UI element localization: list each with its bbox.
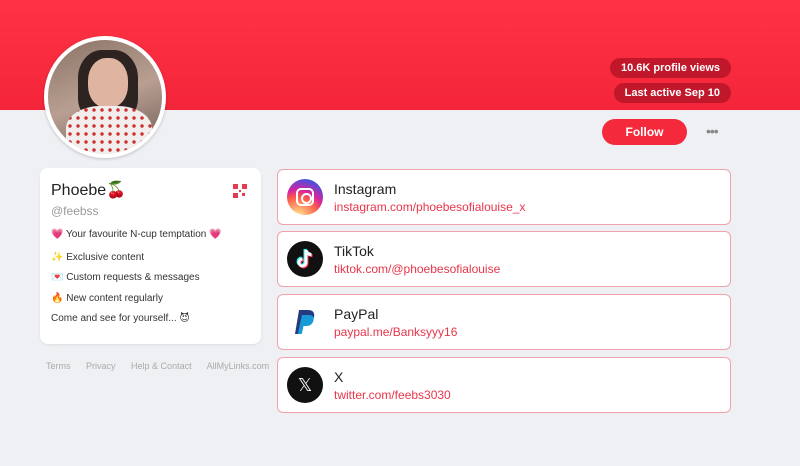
bio-line: 💗 Your favourite N-cup temptation 💗: [51, 229, 222, 240]
footer-link-privacy[interactable]: Privacy: [86, 361, 116, 371]
avatar: [44, 36, 166, 158]
bio-line: Come and see for yourself... 😈: [51, 313, 190, 324]
bio-line: 🔥 New content regularly: [51, 292, 163, 304]
link-title: TikTok: [334, 243, 374, 259]
profile-handle: @feebss: [51, 204, 99, 218]
x-icon: 𝕏: [287, 367, 323, 403]
link-url: paypal.me/Banksyyy16: [334, 325, 458, 339]
avatar-face: [88, 58, 128, 108]
profile-card: Phoebe🍒 @feebss 💗 Your favourite N-cup t…: [40, 168, 261, 344]
link-tiktok[interactable]: TikTok tiktok.com/@phoebesofialouise: [277, 231, 731, 287]
qr-code-icon[interactable]: [233, 184, 247, 198]
link-instagram[interactable]: Instagram instagram.com/phoebesofialouis…: [277, 169, 731, 225]
link-url: tiktok.com/@phoebesofialouise: [334, 262, 501, 276]
link-x[interactable]: 𝕏 X twitter.com/feebs3030: [277, 357, 731, 413]
instagram-icon: [287, 179, 323, 215]
link-url: twitter.com/feebs3030: [334, 388, 451, 402]
link-paypal[interactable]: PayPal paypal.me/Banksyyy16: [277, 294, 731, 350]
link-title: X: [334, 369, 344, 385]
profile-name: Phoebe🍒: [51, 182, 127, 199]
paypal-icon: [287, 304, 323, 340]
footer-link-allmylinks[interactable]: AllMyLinks.com: [207, 361, 270, 371]
avatar-clothing: [66, 106, 152, 154]
footer-link-help[interactable]: Help & Contact: [131, 361, 192, 371]
follow-button[interactable]: Follow: [602, 119, 687, 145]
last-active-badge: Last active Sep 10: [613, 83, 731, 103]
tiktok-icon: [287, 241, 323, 277]
bio-line: 💌 Custom requests & messages: [51, 272, 200, 283]
footer-link-terms[interactable]: Terms: [46, 361, 71, 371]
link-title: PayPal: [334, 306, 379, 322]
link-url: instagram.com/phoebesofialouise_x: [334, 200, 526, 214]
link-title: Instagram: [334, 181, 397, 197]
footer-links: Terms Privacy Help & Contact AllMyLinks.…: [46, 361, 282, 371]
bio-line: ✨ Exclusive content: [51, 251, 145, 263]
profile-bio: 💗 Your favourite N-cup temptation 💗 ✨ Ex…: [51, 225, 250, 330]
profile-views-badge: 10.6K profile views: [609, 58, 731, 78]
more-options-icon[interactable]: •••: [706, 122, 722, 140]
